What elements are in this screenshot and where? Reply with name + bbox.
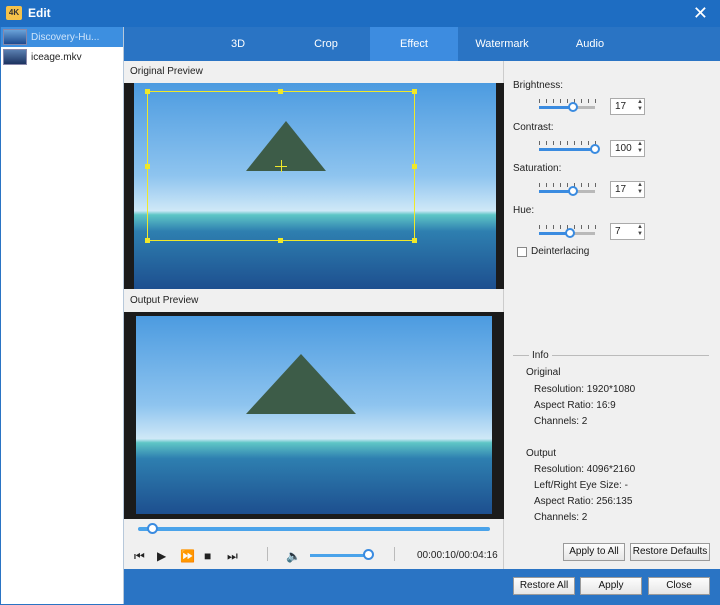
contrast-spinbox[interactable]: 100 ▲ ▼ xyxy=(610,140,645,157)
tab-3d[interactable]: 3D xyxy=(194,27,282,61)
playback-time: 00:00:10/00:04:16 xyxy=(417,550,498,561)
hue-label: Hue: xyxy=(513,205,535,216)
file-name: Discovery-Hu... xyxy=(31,31,100,43)
playback-progress-bar[interactable] xyxy=(138,527,490,531)
spin-arrows-icon[interactable]: ▲ ▼ xyxy=(637,141,643,155)
video-thumbnail xyxy=(3,29,27,45)
file-name: iceage.mkv xyxy=(31,51,82,63)
stop-icon[interactable]: ■ xyxy=(204,549,211,563)
tab-bar: 3D Crop Effect Watermark Audio xyxy=(124,27,720,61)
divider xyxy=(267,547,268,561)
output-heading: Output xyxy=(526,448,557,459)
saturation-knob[interactable] xyxy=(567,186,578,196)
tab-watermark[interactable]: Watermark xyxy=(458,27,546,61)
app-logo-icon: 4K xyxy=(6,6,22,20)
original-channels: Channels: 2 xyxy=(534,416,588,427)
contrast-knob[interactable] xyxy=(590,144,600,154)
skip-back-icon[interactable]: ⏮ xyxy=(134,549,145,564)
spin-arrows-icon[interactable]: ▲ ▼ xyxy=(637,224,643,238)
apply-button[interactable]: Apply xyxy=(580,577,642,595)
crop-center-crosshair xyxy=(281,160,282,172)
effect-panel: Brightness: 17 ▲ ▼ Contrast: 100 ▲ ▼ Saturat… xyxy=(505,61,720,569)
original-preview-label: Original Preview xyxy=(130,66,203,77)
contrast-slider[interactable] xyxy=(539,148,595,151)
volume-knob[interactable] xyxy=(363,549,374,560)
output-video-frame xyxy=(136,316,492,514)
brightness-ticks xyxy=(539,99,597,103)
divider xyxy=(394,547,395,561)
restore-all-button[interactable]: Restore All xyxy=(513,577,575,595)
volume-icon[interactable]: 🔈 xyxy=(286,549,301,563)
crop-handle[interactable] xyxy=(412,164,417,169)
fast-forward-icon[interactable]: ⏩ xyxy=(180,549,195,563)
original-heading: Original xyxy=(526,367,561,378)
hue-spinbox[interactable]: 7 ▲ ▼ xyxy=(610,223,645,240)
restore-defaults-button[interactable]: Restore Defaults xyxy=(630,543,710,561)
output-aspect-ratio: Aspect Ratio: 256:135 xyxy=(534,496,633,507)
preview-column: Original Preview Output Preview ⏮ ▶ ⏩ ■ … xyxy=(124,61,504,569)
crop-handle[interactable] xyxy=(145,164,150,169)
file-list: Discovery-Hu... iceage.mkv xyxy=(1,27,124,604)
deinterlacing-label: Deinterlacing xyxy=(531,246,590,257)
contrast-ticks xyxy=(539,141,597,145)
saturation-spinbox[interactable]: 17 ▲ ▼ xyxy=(610,181,645,198)
close-button[interactable]: Close xyxy=(648,577,710,595)
crop-handle[interactable] xyxy=(145,238,150,243)
crop-handle[interactable] xyxy=(412,89,417,94)
output-channels: Channels: 2 xyxy=(534,512,588,523)
play-icon[interactable]: ▶ xyxy=(157,549,166,563)
footer-bar: Restore All Apply Close xyxy=(124,569,720,605)
brightness-knob[interactable] xyxy=(567,102,578,112)
spin-arrows-icon[interactable]: ▲ ▼ xyxy=(637,182,643,196)
output-preview-label: Output Preview xyxy=(130,295,199,306)
crop-handle[interactable] xyxy=(278,89,283,94)
skip-forward-icon[interactable]: ⏭ xyxy=(227,549,238,564)
video-thumbnail xyxy=(3,49,27,65)
main-panel: Original Preview Output Preview ⏮ ▶ ⏩ ■ … xyxy=(124,61,720,569)
tab-audio[interactable]: Audio xyxy=(546,27,634,61)
brightness-spinbox[interactable]: 17 ▲ ▼ xyxy=(610,98,645,115)
playback-controls: ⏮ ▶ ⏩ ■ ⏭ 🔈 00:00:10/00:04:16 xyxy=(124,541,504,569)
contrast-label: Contrast: xyxy=(513,122,554,133)
saturation-ticks xyxy=(539,183,597,187)
crop-handle[interactable] xyxy=(145,89,150,94)
deinterlacing-checkbox[interactable] xyxy=(517,247,527,257)
window-title: Edit xyxy=(28,6,51,20)
spin-arrows-icon[interactable]: ▲ ▼ xyxy=(637,99,643,113)
tab-effect[interactable]: Effect xyxy=(370,27,458,61)
playback-progress-knob[interactable] xyxy=(147,523,159,534)
original-resolution: Resolution: 1920*1080 xyxy=(534,384,636,395)
output-preview xyxy=(124,312,504,519)
saturation-label: Saturation: xyxy=(513,163,562,174)
title-bar: 4K Edit ✕ xyxy=(0,0,720,27)
original-aspect-ratio: Aspect Ratio: 16:9 xyxy=(534,400,616,411)
original-preview xyxy=(124,83,504,289)
crop-handle[interactable] xyxy=(412,238,417,243)
crop-handle[interactable] xyxy=(278,238,283,243)
brightness-label: Brightness: xyxy=(513,80,564,91)
close-window-icon[interactable]: ✕ xyxy=(693,3,708,24)
output-eye-size: Left/Right Eye Size: - xyxy=(534,480,628,491)
info-title: Info xyxy=(529,350,552,361)
apply-to-all-button[interactable]: Apply to All xyxy=(563,543,625,561)
mountain-image xyxy=(246,354,356,414)
tab-crop[interactable]: Crop xyxy=(282,27,370,61)
hue-knob[interactable] xyxy=(564,228,575,238)
output-resolution: Resolution: 4096*2160 xyxy=(534,464,636,475)
file-item-iceage[interactable]: iceage.mkv xyxy=(1,47,123,67)
file-item-discovery[interactable]: Discovery-Hu... xyxy=(1,27,123,47)
